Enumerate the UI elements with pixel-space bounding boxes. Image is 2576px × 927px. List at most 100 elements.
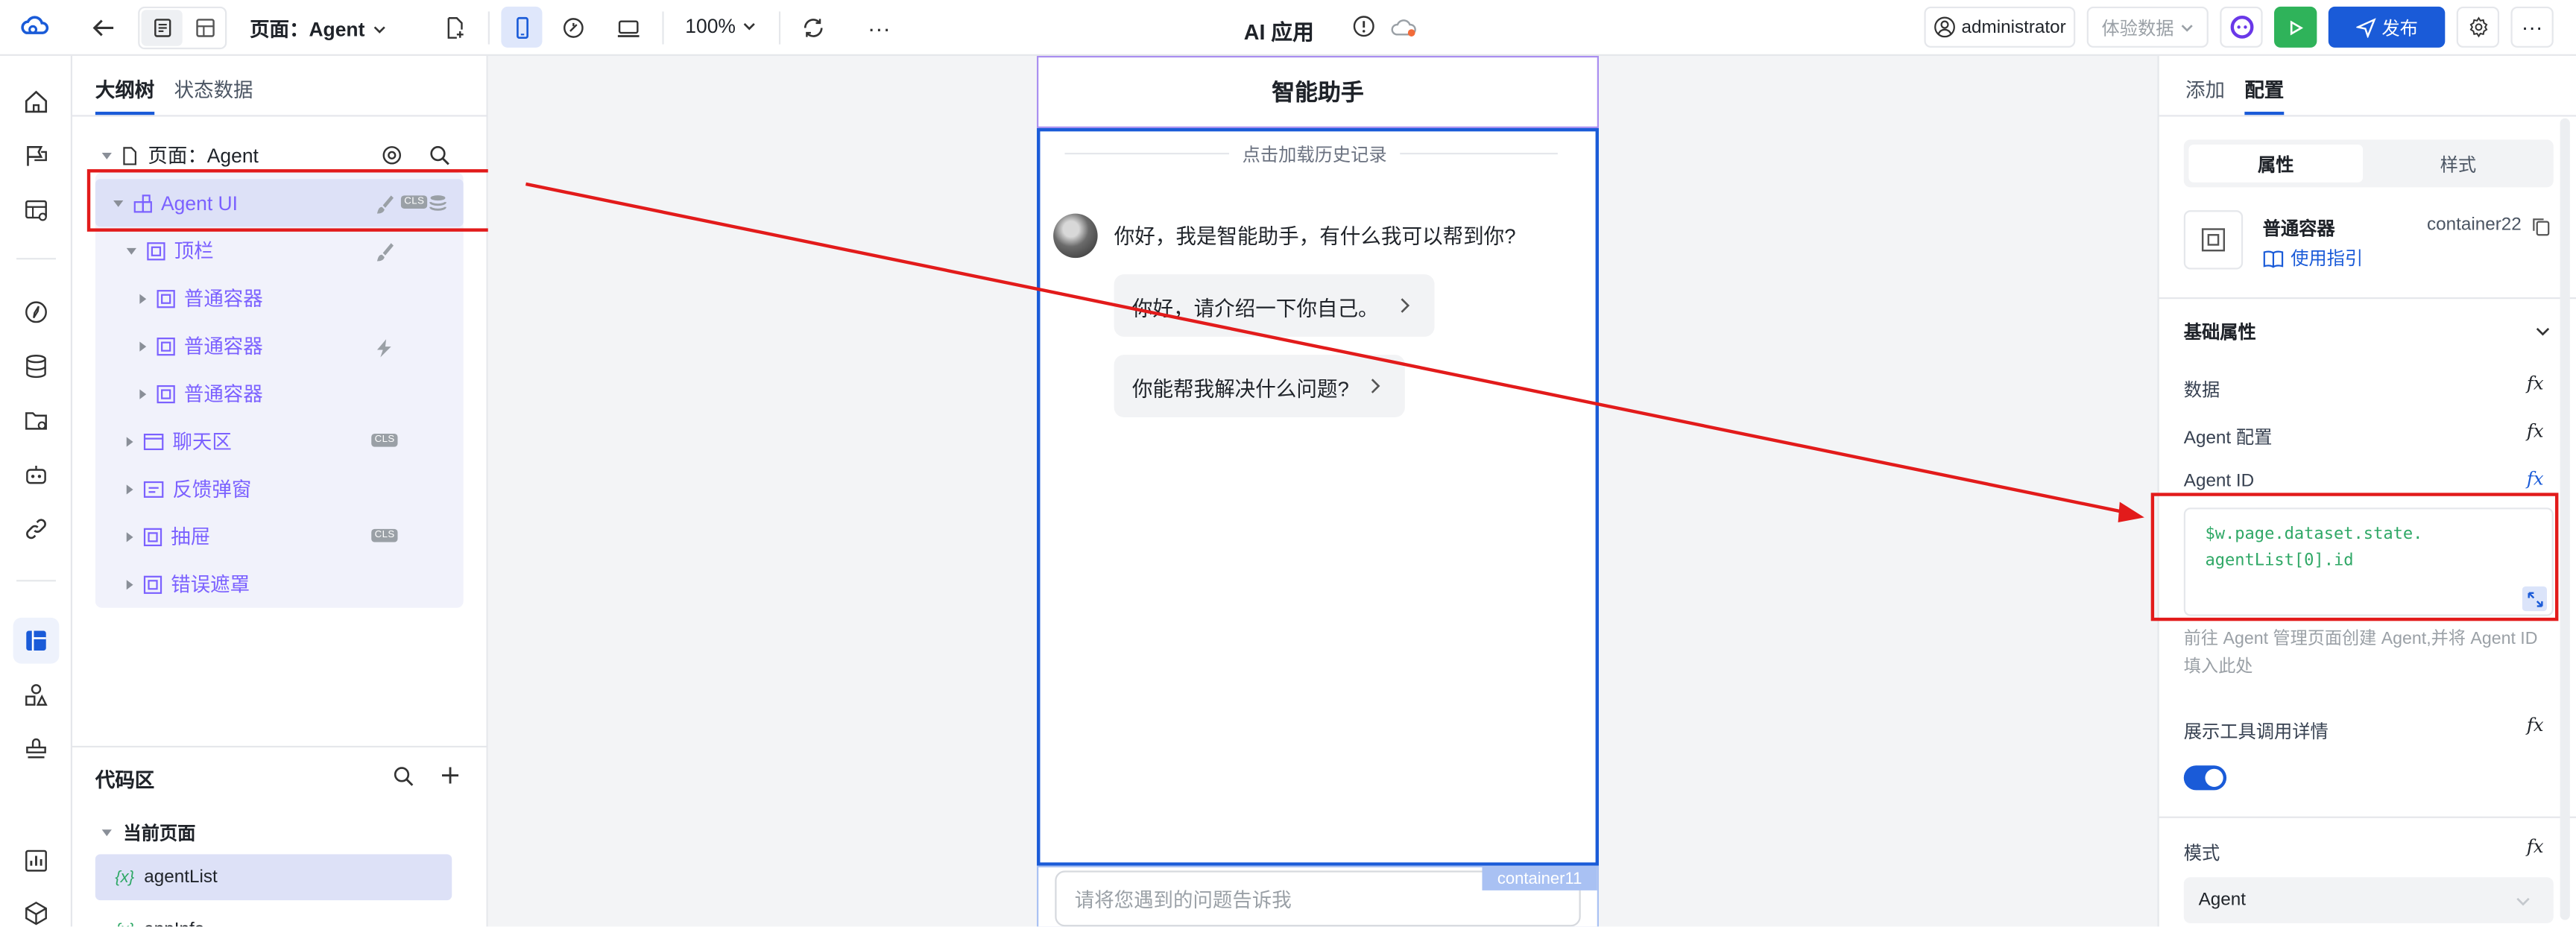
- chat-header[interactable]: 智能助手: [1037, 55, 1599, 128]
- left-icon-rail: [0, 55, 72, 927]
- suggestion-chip[interactable]: 你好，请介绍一下你自己。: [1114, 274, 1435, 337]
- tree-item-topbar[interactable]: 顶栏: [95, 227, 464, 274]
- prop-label-tool-detail: 展示工具调用详情: [2183, 722, 2329, 743]
- tab-config[interactable]: 配置: [2244, 75, 2285, 116]
- panel-divider: [2157, 297, 2576, 300]
- zoom-value: 100%: [685, 14, 736, 38]
- expand-caret-icon[interactable]: [126, 579, 133, 589]
- settings-button[interactable]: [2456, 6, 2500, 48]
- more-menu-button[interactable]: ···: [2510, 6, 2554, 48]
- link-icon[interactable]: [19, 513, 52, 545]
- subtab-styles[interactable]: 样式: [2370, 145, 2547, 183]
- publish-button[interactable]: 发布: [2328, 6, 2446, 48]
- compass-icon[interactable]: [19, 296, 52, 329]
- fx-expression-icon[interactable]: fx: [2527, 373, 2544, 394]
- user-account-button[interactable]: administrator: [1924, 6, 2076, 48]
- desktop-preview-icon[interactable]: [611, 11, 644, 44]
- database-icon[interactable]: [19, 350, 52, 383]
- page-selector[interactable]: 页面：Agent: [250, 15, 386, 42]
- document-view-icon[interactable]: [141, 10, 183, 46]
- stamp-icon[interactable]: [19, 731, 52, 764]
- ai-assistant-button[interactable]: [2220, 6, 2263, 48]
- more-options-icon[interactable]: ···: [862, 11, 895, 44]
- expand-caret-icon[interactable]: [126, 531, 133, 542]
- code-section-current-page[interactable]: 当前页面: [101, 820, 195, 846]
- tree-item-container[interactable]: 普通容器: [95, 322, 464, 370]
- code-item-appinfo[interactable]: {x} appInfo: [95, 907, 452, 927]
- collapse-caret-icon[interactable]: [101, 151, 112, 159]
- cls-badge: CLS: [371, 528, 399, 542]
- search-icon[interactable]: [391, 764, 414, 787]
- add-icon[interactable]: [439, 764, 462, 787]
- chevron-right-icon: [1371, 379, 1380, 393]
- expand-caret-icon[interactable]: [139, 293, 147, 303]
- zoom-selector[interactable]: 100%: [685, 15, 755, 38]
- fx-expression-icon[interactable]: fx: [2527, 836, 2544, 858]
- analytics-chart-icon[interactable]: [19, 844, 52, 877]
- mode-select[interactable]: Agent: [2183, 877, 2554, 923]
- prop-label-mode: 模式: [2183, 844, 2220, 864]
- suggestion-text: 你能帮我解决什么问题?: [1131, 376, 1349, 400]
- search-icon[interactable]: [427, 143, 450, 166]
- expand-caret-icon[interactable]: [126, 436, 133, 446]
- fx-expression-icon[interactable]: fx: [2527, 715, 2544, 736]
- page-settings-icon[interactable]: [379, 143, 402, 166]
- components-icon[interactable]: [19, 678, 52, 711]
- panel-divider: [72, 115, 488, 117]
- tree-item-drawer[interactable]: 抽屉: [95, 513, 464, 560]
- home-icon[interactable]: [19, 86, 52, 118]
- page-selector-label: 页面：Agent: [250, 18, 365, 42]
- refresh-icon[interactable]: [797, 11, 830, 44]
- variable-icon: {x}: [115, 868, 135, 887]
- load-history-link[interactable]: 点击加载历史记录: [1228, 141, 1401, 168]
- copy-icon[interactable]: [2531, 215, 2550, 237]
- collapse-caret-icon[interactable]: [101, 829, 112, 837]
- config-subtabs: 属性 样式: [2183, 139, 2554, 188]
- info-icon[interactable]: [1351, 13, 1377, 39]
- tab-state-data[interactable]: 状态数据: [174, 75, 253, 103]
- folder-settings-icon[interactable]: [19, 404, 52, 437]
- back-arrow-icon[interactable]: [87, 11, 120, 44]
- add-page-icon[interactable]: [439, 11, 472, 44]
- mobile-preview-icon[interactable]: [501, 6, 543, 48]
- tool-detail-toggle[interactable]: [2183, 765, 2227, 791]
- chevron-down-icon[interactable]: [2532, 320, 2551, 340]
- tab-add[interactable]: 添加: [2185, 75, 2225, 103]
- container-id-tag: container11: [1482, 867, 1597, 890]
- collapse-caret-icon[interactable]: [126, 247, 136, 254]
- code-item-agentlist[interactable]: {x} agentList: [95, 854, 452, 901]
- usage-guide-link[interactable]: 使用指引: [2263, 244, 2363, 270]
- tree-item-container[interactable]: 普通容器: [95, 370, 464, 417]
- container-icon: [157, 384, 175, 403]
- expand-caret-icon[interactable]: [126, 484, 133, 494]
- suggestion-chip[interactable]: 你能帮我解决什么问题?: [1114, 355, 1405, 417]
- data-table-icon[interactable]: [19, 194, 52, 227]
- expand-caret-icon[interactable]: [139, 388, 147, 399]
- layout-editor-icon[interactable]: [13, 617, 60, 664]
- component-type-icon: [2183, 210, 2244, 270]
- tree-item-container[interactable]: 普通容器: [95, 274, 464, 322]
- tab-outline-tree[interactable]: 大纲树: [95, 75, 155, 116]
- tree-item-feedback-modal[interactable]: 反馈弹窗: [95, 465, 464, 513]
- flag-icon[interactable]: [19, 139, 52, 172]
- subtab-properties[interactable]: 属性: [2188, 144, 2364, 183]
- chat-area-icon: [143, 432, 164, 449]
- expand-caret-icon[interactable]: [139, 341, 147, 351]
- cloud-logo-icon[interactable]: [18, 11, 51, 44]
- tablet-preview-icon[interactable]: [557, 11, 590, 44]
- cube-icon[interactable]: [19, 897, 52, 927]
- robot-icon[interactable]: [19, 458, 52, 491]
- run-preview-button[interactable]: [2274, 6, 2317, 48]
- scrollbar[interactable]: [2560, 118, 2570, 920]
- tree-item-error-mask[interactable]: 错误遮罩: [95, 560, 464, 608]
- experience-data-select[interactable]: 体验数据: [2086, 6, 2209, 48]
- panel-divider: [2157, 115, 2576, 117]
- layout-view-icon[interactable]: [184, 10, 225, 45]
- tree-item-label: 反馈弹窗: [172, 478, 252, 502]
- container-icon: [147, 241, 165, 260]
- cloud-sync-icon: [1389, 13, 1418, 39]
- tree-item-chat-area[interactable]: 聊天区: [95, 417, 464, 465]
- fx-expression-icon[interactable]: fx: [2527, 468, 2544, 490]
- container-icon: [143, 527, 162, 545]
- fx-expression-icon[interactable]: fx: [2527, 420, 2544, 442]
